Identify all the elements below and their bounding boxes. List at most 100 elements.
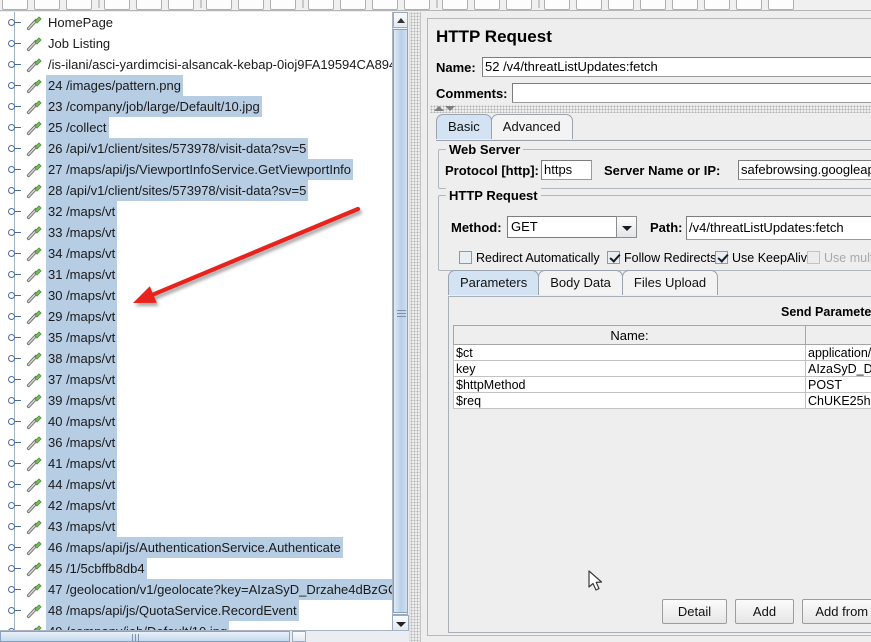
toolbar-button[interactable] [640, 0, 666, 10]
tree-expand-handle-icon[interactable] [8, 208, 21, 215]
toolbar-button[interactable] [736, 0, 762, 10]
collapse-strip[interactable] [430, 105, 871, 113]
toolbar-button[interactable] [442, 0, 468, 10]
column-header-name[interactable]: Name: [453, 325, 806, 345]
scroll-up-arrow-icon[interactable] [393, 12, 408, 28]
tab-basic[interactable]: Basic [436, 114, 492, 139]
toolbar[interactable] [0, 0, 871, 11]
checkbox-redirect-automatically[interactable]: Redirect Automatically [459, 251, 600, 265]
tree-vertical-scrollbar[interactable] [392, 12, 408, 630]
tree-item[interactable]: 42 /maps/vt [0, 495, 392, 516]
toolbar-button[interactable] [136, 0, 162, 10]
tree-expand-handle-icon[interactable] [8, 334, 21, 341]
toolbar-button[interactable] [270, 0, 296, 10]
tree-expand-handle-icon[interactable] [8, 439, 21, 446]
toolbar-button[interactable] [34, 0, 60, 10]
tree-expand-handle-icon[interactable] [8, 502, 21, 509]
tree-expand-handle-icon[interactable] [8, 271, 21, 278]
main-tabstrip[interactable]: Basic Advanced [436, 114, 573, 139]
tree-item[interactable]: 36 /maps/vt [0, 432, 392, 453]
method-select[interactable]: GET [507, 216, 637, 238]
tree-item[interactable]: 46 /maps/api/js/AuthenticationService.Au… [0, 537, 392, 558]
tab-files-upload[interactable]: Files Upload [621, 270, 719, 295]
name-input[interactable]: 52 /v4/threatListUpdates:fetch [482, 57, 871, 77]
tree-item[interactable]: 32 /maps/vt [0, 201, 392, 222]
tab-body-data[interactable]: Body Data [538, 270, 623, 295]
detail-button[interactable]: Detail [662, 599, 727, 624]
tree-item[interactable]: /is-ilani/asci-yardimcisi-alsancak-kebap… [0, 54, 392, 75]
tab-advanced[interactable]: Advanced [490, 114, 573, 139]
table-row[interactable]: $ctapplication/x-p [453, 344, 871, 361]
checkbox-icon[interactable] [459, 251, 472, 264]
tree-expand-handle-icon[interactable] [8, 229, 21, 236]
collapse-up-icon[interactable] [434, 106, 444, 111]
collapse-down-icon[interactable] [445, 106, 455, 111]
toolbar-button[interactable] [672, 0, 698, 10]
tree-item[interactable]: 45 /1/5cbffb8db4 [0, 558, 392, 579]
tree-expand-handle-icon[interactable] [8, 607, 21, 614]
chevron-down-icon[interactable] [616, 216, 637, 238]
tree-expand-handle-icon[interactable] [8, 250, 21, 257]
toolbar-button[interactable] [704, 0, 730, 10]
tree-expand-handle-icon[interactable] [8, 124, 21, 131]
tree-item[interactable]: 47 /geolocation/v1/geolocate?key=AIzaSyD… [0, 579, 392, 600]
tree-expand-handle-icon[interactable] [8, 397, 21, 404]
tree-expand-handle-icon[interactable] [8, 376, 21, 383]
comments-input[interactable] [512, 83, 871, 103]
param-value-cell[interactable]: ChUKE25hdm [805, 392, 871, 409]
add-from-clipboard-button[interactable]: Add from Clipbo [802, 599, 871, 624]
checkbox-follow-redirects[interactable]: Follow Redirects [607, 251, 716, 265]
tree-item[interactable]: 24 /images/pattern.png [0, 75, 392, 96]
checkbox-use-keepalive[interactable]: Use KeepAlive [715, 251, 814, 265]
split-pane-divider[interactable] [409, 12, 421, 642]
toolbar-button[interactable] [238, 0, 264, 10]
tree-expand-handle-icon[interactable] [8, 166, 21, 173]
tree-item[interactable]: 28 /api/v1/client/sites/573978/visit-dat… [0, 180, 392, 201]
server-name-input[interactable]: safebrowsing.googleapis.com [738, 160, 871, 180]
tree-expand-handle-icon[interactable] [8, 355, 21, 362]
param-value-cell[interactable]: AIzaSyD_Drzah [805, 360, 871, 377]
toolbar-button[interactable] [206, 0, 232, 10]
tree-item[interactable]: 39 /maps/vt [0, 390, 392, 411]
toolbar-button[interactable] [608, 0, 634, 10]
toolbar-button[interactable] [506, 0, 532, 10]
path-input[interactable]: /v4/threatListUpdates:fetch [686, 216, 871, 240]
tree-item[interactable]: 48 /maps/api/js/QuotaService.RecordEvent [0, 600, 392, 621]
tree-expand-handle-icon[interactable] [8, 292, 21, 299]
tree-item[interactable]: 40 /maps/vt [0, 411, 392, 432]
param-name-cell[interactable]: $httpMethod [453, 376, 806, 393]
tree-expand-handle-icon[interactable] [8, 481, 21, 488]
tree-expand-handle-icon[interactable] [8, 565, 21, 572]
toolbar-button[interactable] [768, 0, 794, 10]
tree-horizontal-scrollbar[interactable] [0, 630, 409, 642]
tree-expand-handle-icon[interactable] [8, 82, 21, 89]
tree-item[interactable]: HomePage [0, 12, 392, 33]
tab-parameters[interactable]: Parameters [448, 270, 540, 295]
tree-item[interactable]: 27 /maps/api/js/ViewportInfoService.GetV… [0, 159, 392, 180]
column-header-value[interactable] [805, 325, 871, 345]
table-row[interactable]: keyAIzaSyD_Drzah [453, 360, 871, 377]
tree-expand-handle-icon[interactable] [8, 103, 21, 110]
toolbar-button[interactable] [544, 0, 570, 10]
tree-expand-handle-icon[interactable] [8, 418, 21, 425]
tree-item[interactable]: 43 /maps/vt [0, 516, 392, 537]
toolbar-button[interactable] [104, 0, 130, 10]
tree-item[interactable]: 31 /maps/vt [0, 264, 392, 285]
checkbox-icon[interactable] [715, 251, 728, 264]
toolbar-button[interactable] [474, 0, 500, 10]
parameters-table[interactable]: Name: $ctapplication/x-pkeyAIzaSyD_Drzah… [453, 325, 871, 409]
checkbox-icon[interactable] [607, 251, 620, 264]
tree-expand-handle-icon[interactable] [8, 61, 21, 68]
tree-item[interactable]: 33 /maps/vt [0, 222, 392, 243]
tree-item[interactable]: 25 /collect [0, 117, 392, 138]
tree-expand-handle-icon[interactable] [8, 544, 21, 551]
table-row[interactable]: $httpMethod POST [453, 376, 871, 393]
param-name-cell[interactable]: $ct [453, 344, 806, 361]
tree-item[interactable]: 26 /api/v1/client/sites/573978/visit-dat… [0, 138, 392, 159]
param-tabstrip[interactable]: Parameters Body Data Files Upload [448, 270, 719, 295]
test-plan-tree[interactable]: HomePage Job Listing/is-ilani/asci-yardim… [0, 12, 392, 630]
toolbar-button[interactable] [66, 0, 92, 10]
tree-item[interactable]: 29 /maps/vt [0, 306, 392, 327]
tree-item[interactable]: 35 /maps/vt [0, 327, 392, 348]
tree-item[interactable]: 38 /maps/vt [0, 348, 392, 369]
